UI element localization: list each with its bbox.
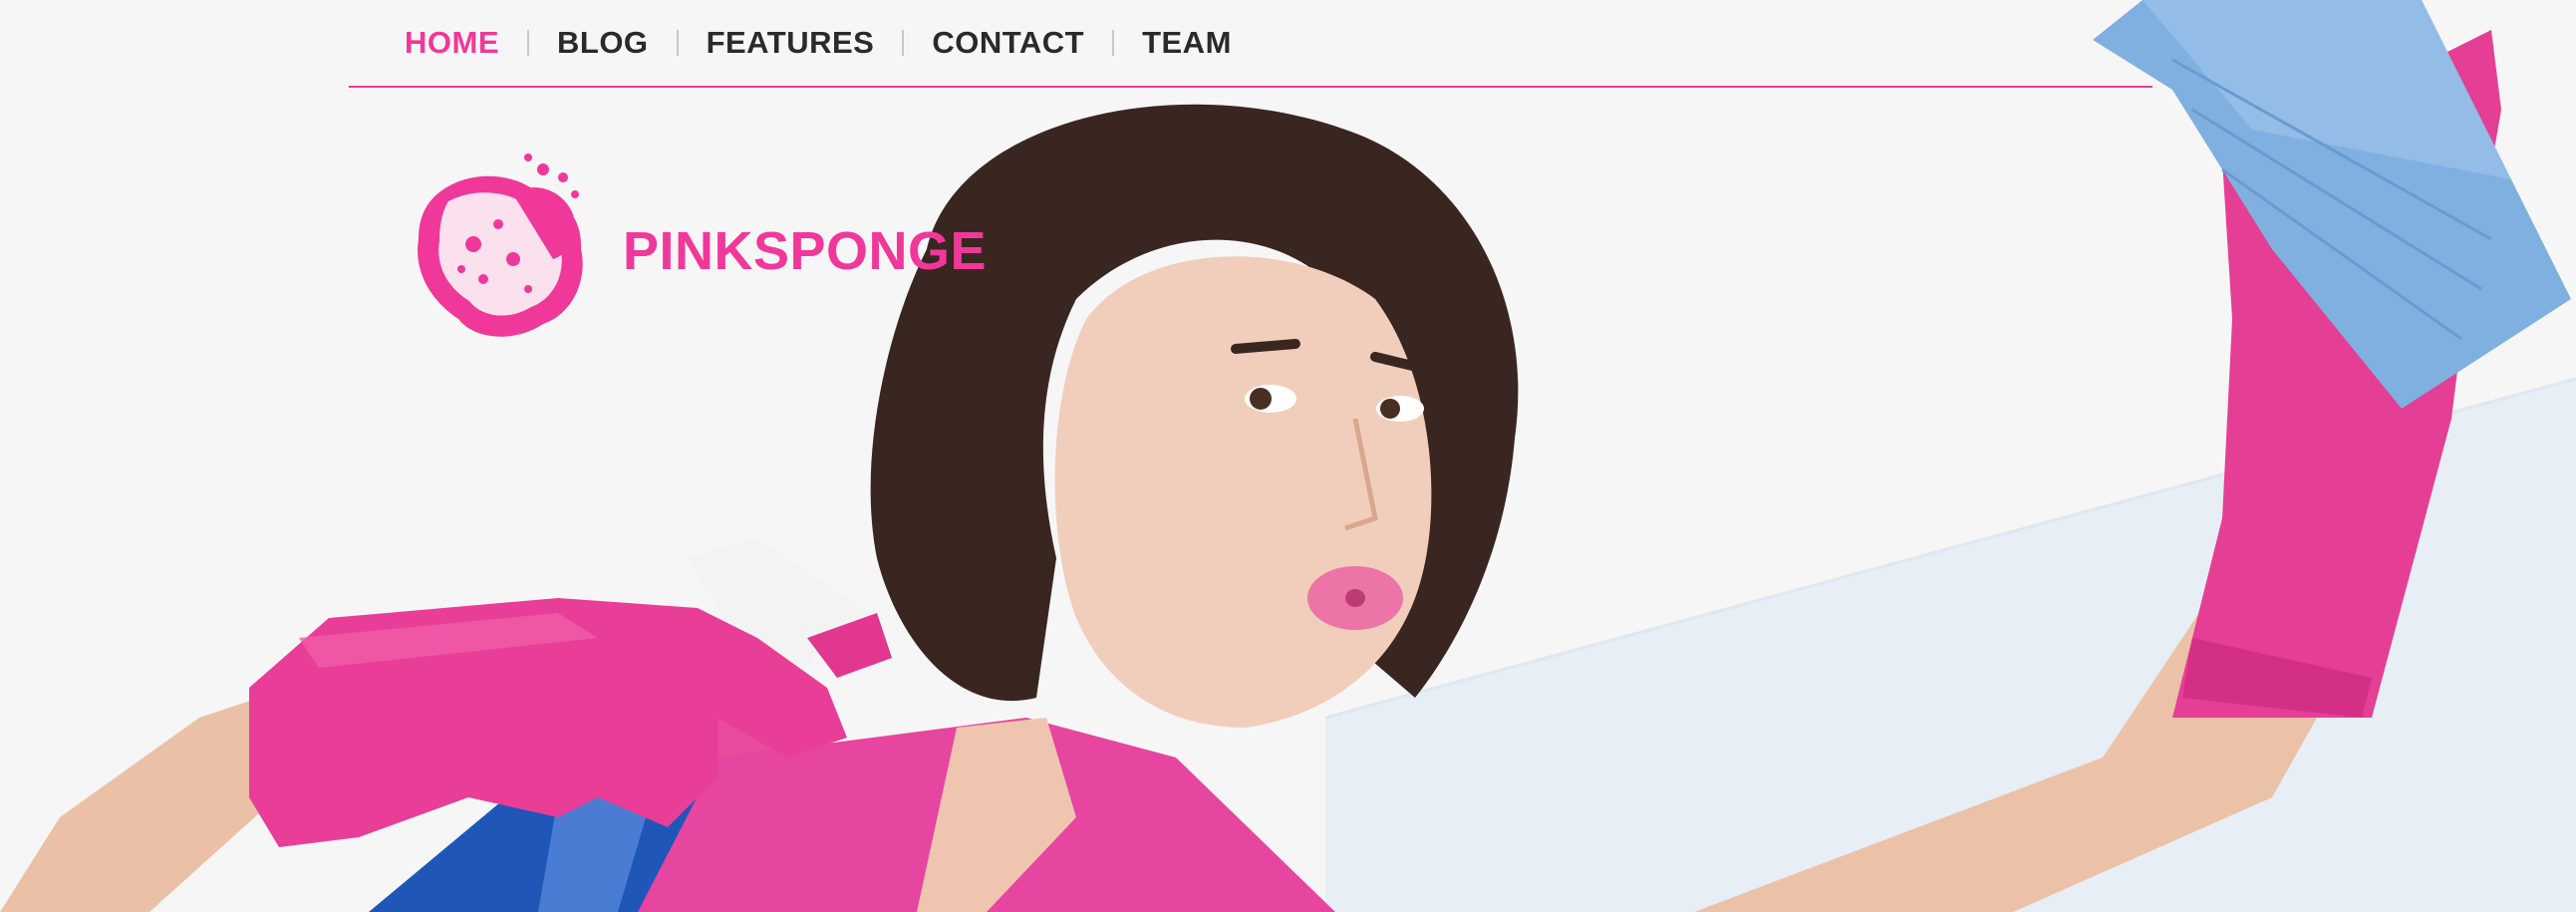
nav-blog[interactable]: BLOG xyxy=(529,0,677,86)
nav-features[interactable]: FEATURES xyxy=(679,0,903,86)
brand-logo[interactable]: PINKSPONGE xyxy=(404,150,987,349)
nav-home[interactable]: HOME xyxy=(349,0,527,86)
face xyxy=(1054,256,1432,728)
brand-name: PINKSPONGE xyxy=(623,221,988,281)
nav-contact[interactable]: CONTACT xyxy=(904,0,1112,86)
main-nav: HOME BLOG FEATURES CONTACT TEAM xyxy=(349,0,2152,88)
nav-team[interactable]: TEAM xyxy=(1114,0,1260,86)
hero-banner xyxy=(0,0,2576,912)
sponge-icon xyxy=(418,153,583,337)
hero-illustration xyxy=(0,0,2576,912)
